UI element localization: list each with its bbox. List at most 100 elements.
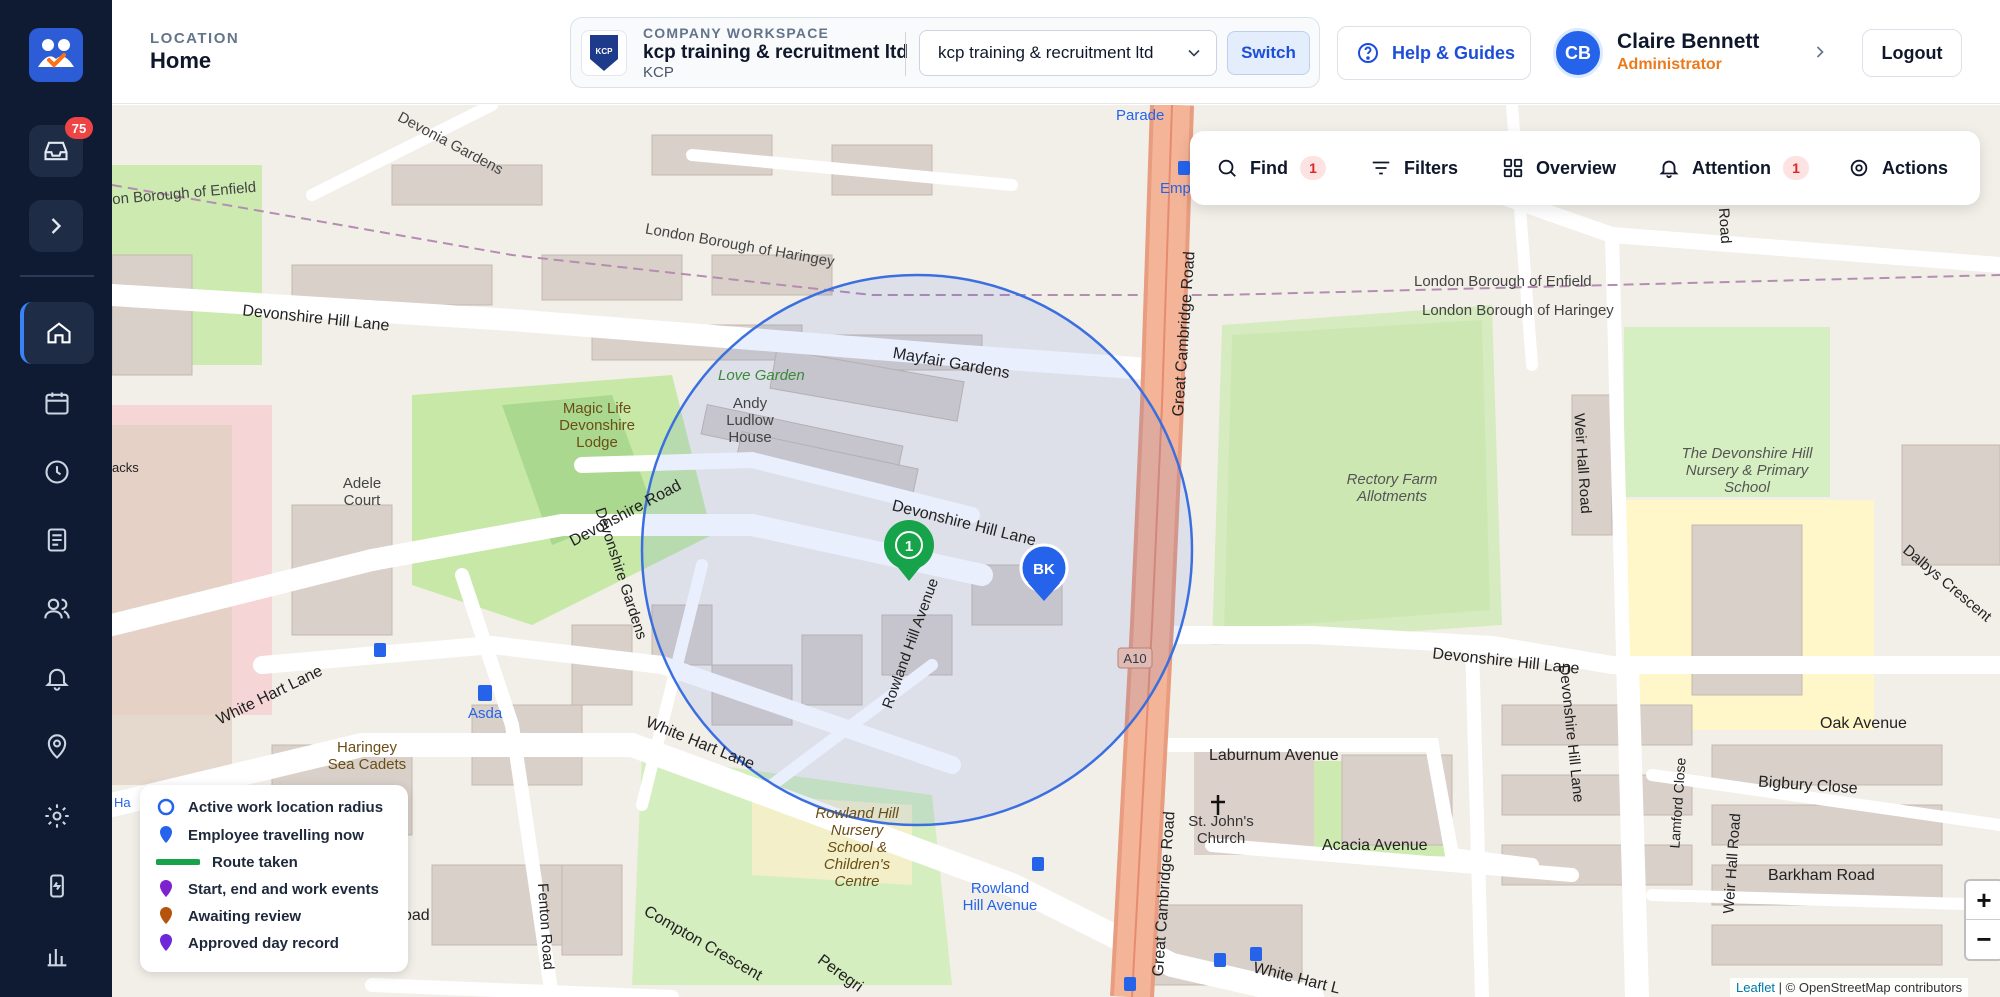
map-label: Love Garden [718, 367, 805, 384]
nav-settings[interactable] [20, 785, 94, 847]
legend-item: Awaiting review [156, 904, 301, 928]
help-circle-icon [1358, 43, 1378, 63]
map-label: Barkham Road [1768, 867, 1875, 884]
chevron-right-icon[interactable] [1810, 42, 1830, 62]
help-guides-label: Help & Guides [1392, 42, 1516, 63]
user-menu[interactable]: CB Claire Bennett Administrator [1553, 22, 1853, 84]
company-shield-icon: KCP [590, 35, 618, 71]
help-guides-button[interactable]: Help & Guides [1337, 26, 1531, 80]
workspace-code: KCP [643, 64, 674, 81]
attention-count-badge: 1 [1782, 156, 1809, 180]
map-view[interactable]: A10 1 BK Devonia Gardens on Borough of E… [112, 105, 2000, 997]
nav-calendar[interactable] [20, 372, 94, 434]
nav-notifications[interactable] [20, 647, 94, 709]
nav-home[interactable] [20, 302, 94, 364]
calendar-icon [45, 392, 69, 415]
find-label: Find [1250, 157, 1288, 178]
map-label: Ha [114, 795, 131, 810]
route-line-icon [156, 852, 200, 872]
user-name: Claire Bennett [1617, 30, 1760, 53]
zoom-out-button[interactable]: − [1966, 920, 2000, 959]
map-label: Adele Court [342, 475, 382, 509]
workspace-divider [905, 32, 906, 76]
legend-label: Route taken [212, 853, 298, 871]
workspace-select[interactable]: kcp training & recruitment ltd [919, 30, 1217, 76]
nav-mobile[interactable] [20, 855, 94, 917]
actions-button[interactable]: Actions [1848, 131, 1948, 205]
filters-label: Filters [1404, 157, 1459, 178]
company-logo-text: KCP [596, 47, 614, 56]
map-label: Magic Life Devonshire Lodge [559, 400, 635, 451]
attention-button[interactable]: Attention 1 [1658, 131, 1809, 205]
map-label: Oak Avenue [1820, 715, 1907, 732]
map-attribution: Leaflet | © OpenStreetMap contributors [1730, 978, 1969, 997]
location-value: Home [150, 48, 212, 73]
location-label: LOCATION [150, 30, 240, 47]
blue-pin-icon [156, 825, 176, 845]
map-label: Parade [1116, 107, 1165, 124]
cluster-count: 1 [905, 538, 913, 555]
map-label: Rowland Hill Nursery School & Children's… [815, 805, 899, 890]
purple-pin-icon [156, 879, 176, 899]
overview-label: Overview [1536, 157, 1617, 178]
legend-label: Awaiting review [188, 907, 302, 925]
map-label: Rowland Hill Avenue [962, 880, 1038, 914]
radius-circle-icon [156, 797, 176, 817]
legend-label: Start, end and work events [188, 880, 379, 898]
inbox-icon [44, 141, 68, 161]
user-role: Administrator [1617, 56, 1722, 73]
nav-location[interactable] [20, 716, 94, 778]
zoom-in-button[interactable]: + [1966, 881, 2000, 920]
find-count-badge: 1 [1300, 156, 1326, 180]
nav-reports[interactable] [20, 925, 94, 987]
zoom-control: + − [1964, 879, 2000, 961]
chevron-down-icon [1188, 49, 1200, 57]
bell-icon [45, 668, 69, 691]
filters-button[interactable]: Filters [1370, 131, 1458, 205]
mobile-icon [50, 874, 64, 898]
filter-icon [1372, 161, 1390, 175]
map-toolbar: Find 1 Filters Overview Attention 1 Acti… [1190, 131, 1980, 205]
map-legend: Active work location radius Employee tra… [140, 785, 408, 972]
find-button[interactable]: Find 1 [1216, 131, 1326, 205]
home-icon [47, 322, 71, 344]
clock-icon [45, 460, 69, 484]
gear-icon [45, 804, 69, 828]
map-label: London Borough of Haringey [1422, 302, 1614, 319]
gear-icon [1850, 159, 1868, 177]
bell-icon [1659, 160, 1679, 179]
map-label: Asda [468, 705, 503, 722]
map-label: Emp [1160, 180, 1191, 197]
company-logo: KCP [581, 30, 627, 76]
grid-icon [1503, 158, 1523, 178]
map-label: Rectory Farm Allotments [1346, 471, 1438, 505]
overview-button[interactable]: Overview [1502, 131, 1616, 205]
map-label: acks [112, 460, 139, 475]
leaflet-link[interactable]: Leaflet [1736, 980, 1775, 995]
avatar: CB [1553, 28, 1603, 78]
chevron-right-icon [51, 218, 62, 234]
map-label: Andy Ludlow House [726, 395, 774, 446]
expand-sidebar-button[interactable] [29, 200, 83, 252]
nav-users[interactable] [20, 578, 94, 640]
nav-documents[interactable] [20, 509, 94, 571]
top-header: LOCATION Home KCP COMPANY WORKSPACE kcp … [112, 0, 2000, 104]
map-label: Acacia Avenue [1322, 837, 1428, 854]
sidebar-divider [20, 275, 94, 277]
app-logo[interactable] [29, 28, 83, 82]
map-label: Haringey Sea Cadets [327, 739, 407, 773]
inbox-button[interactable]: 75 [29, 117, 93, 177]
legend-item: Employee travelling now [156, 823, 364, 847]
map-label: London Borough of Enfield [1414, 273, 1592, 290]
logout-button[interactable]: Logout [1862, 29, 1962, 77]
users-icon [44, 598, 70, 619]
map-label: Laburnum Avenue [1209, 747, 1339, 764]
legend-label: Active work location radius [188, 798, 384, 816]
switch-workspace-button[interactable]: Switch [1227, 31, 1310, 75]
violet-pin-icon [156, 933, 176, 953]
legend-label: Approved day record [188, 934, 339, 952]
legend-item: Route taken [156, 850, 298, 874]
workspace-select-value: kcp training & recruitment ltd [938, 43, 1154, 62]
nav-timesheets[interactable] [20, 441, 94, 503]
sidebar: 75 [0, 0, 112, 997]
